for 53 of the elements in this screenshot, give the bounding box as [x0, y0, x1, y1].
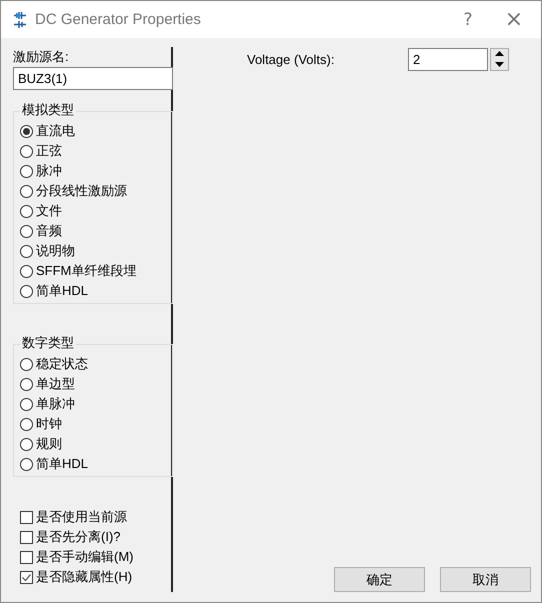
radio-button[interactable] — [20, 144, 33, 158]
checkbox[interactable] — [20, 550, 33, 564]
radio-label[interactable]: 分段线性激励源 — [36, 182, 127, 200]
checkbox-label[interactable]: 是否手动编辑(M) — [36, 548, 134, 566]
radio-button[interactable] — [20, 184, 33, 198]
radio-button[interactable] — [20, 224, 33, 238]
radio-button[interactable] — [20, 418, 33, 430]
radio-button[interactable] — [20, 284, 33, 298]
close-button[interactable]: × — [491, 4, 537, 34]
radio-label[interactable]: 单边型 — [36, 375, 75, 393]
radio-label[interactable]: 文件 — [36, 202, 62, 220]
radio-label[interactable]: 单脉冲 — [36, 395, 75, 413]
radio-button[interactable] — [20, 398, 33, 410]
checkbox[interactable] — [20, 570, 33, 584]
radio-label[interactable]: 音频 — [36, 222, 62, 240]
radio-label[interactable]: 简单HDL — [36, 455, 88, 473]
checkbox[interactable] — [20, 530, 33, 544]
radio-label[interactable]: 说明物 — [36, 242, 75, 260]
cancel-button[interactable]: 取消 — [440, 567, 531, 592]
checkbox-label[interactable]: 是否先分离(I)? — [36, 528, 120, 546]
radio-label[interactable]: 稳定状态 — [36, 355, 88, 373]
radio-label[interactable]: 正弦 — [36, 142, 62, 160]
source-name-field[interactable]: BUZ3(1) — [13, 67, 173, 90]
group-title: 模拟类型 — [20, 101, 76, 119]
radio-button[interactable] — [20, 438, 33, 450]
radio-button[interactable] — [20, 264, 33, 278]
window-title: DC Generator Properties — [35, 11, 202, 28]
group-title: 数字类型 — [20, 334, 76, 352]
radio-label[interactable]: 规则 — [36, 435, 62, 453]
help-button[interactable]: ? — [445, 4, 491, 34]
radio-button[interactable] — [20, 358, 33, 370]
radio-label[interactable]: SFFM单纤维段埋 — [36, 262, 136, 280]
up-arrow-icon[interactable] — [495, 51, 504, 56]
radio-label[interactable]: 时钟 — [36, 415, 62, 433]
checkbox-label[interactable]: 是否隐藏属性(H) — [36, 568, 132, 586]
radio-button[interactable] — [20, 164, 33, 178]
checkbox[interactable] — [20, 510, 33, 524]
radio-button[interactable] — [20, 204, 33, 218]
radio-label[interactable]: 直流电 — [36, 122, 75, 140]
radio-label[interactable]: 脉冲 — [36, 162, 62, 180]
spin-control[interactable] — [490, 48, 509, 70]
radio-button[interactable] — [20, 458, 33, 470]
radio-label[interactable]: 简单HDL — [36, 282, 88, 300]
radio-button[interactable] — [20, 124, 33, 138]
checkbox-label[interactable]: 是否使用当前源 — [36, 508, 127, 526]
down-arrow-icon[interactable] — [495, 62, 504, 67]
radio-button[interactable] — [20, 244, 33, 258]
voltage-field[interactable]: 2 — [408, 48, 488, 70]
radio-button[interactable] — [20, 378, 33, 390]
ok-button[interactable]: 确定 — [334, 567, 425, 592]
source-name-label: 激励源名: — [13, 48, 70, 66]
component-icon — [12, 10, 28, 28]
voltage-label: Voltage (Volts): — [247, 52, 336, 66]
